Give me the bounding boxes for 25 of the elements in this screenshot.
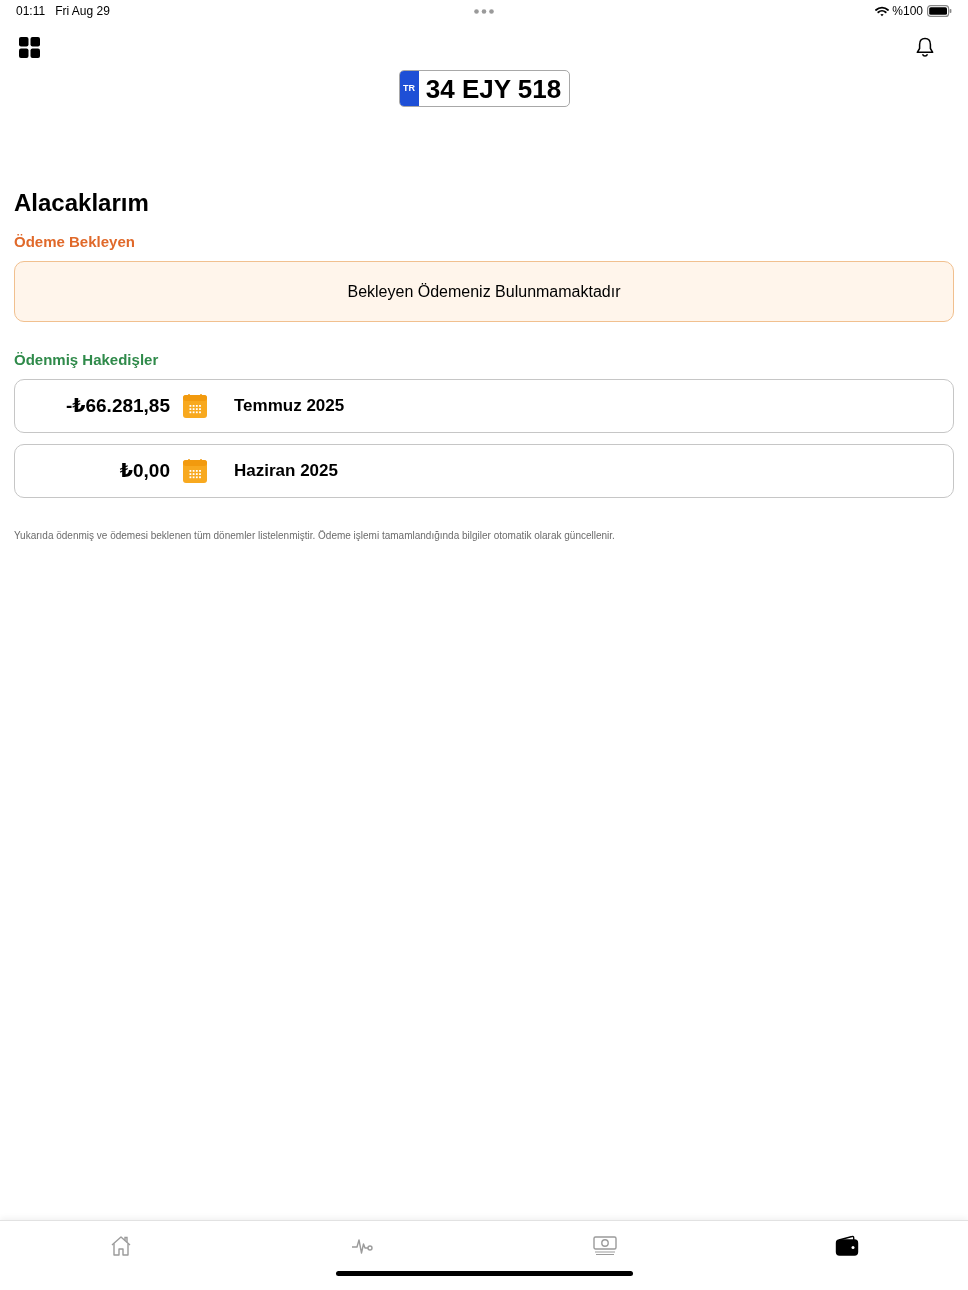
status-date: Fri Aug 29: [55, 3, 110, 20]
payment-period: Temmuz 2025: [234, 395, 345, 418]
bell-icon[interactable]: [916, 36, 934, 58]
empty-message: Bekleyen Ödemeniz Bulunmamaktadır: [347, 281, 621, 302]
section-heading: Ödeme Bekleyen: [14, 232, 136, 252]
plate-country-code: TR: [403, 81, 415, 95]
payment-row[interactable]: -₺66.281,85 Temmuz 2025: [14, 379, 954, 433]
battery-icon: [927, 5, 952, 17]
page-title: Alacaklarım: [14, 188, 150, 218]
payment-row[interactable]: ₺0,00 Haziran 2025: [14, 444, 954, 498]
section-heading: Ödenmiş Hakedişler: [14, 350, 160, 370]
payment-period: Haziran 2025: [234, 460, 338, 483]
status-time: 01:11: [16, 3, 46, 20]
payment-amount: ₺0,00: [118, 458, 170, 483]
plate-number: 34 EJY 518: [425, 75, 562, 102]
wallet-icon[interactable]: [834, 1234, 860, 1258]
wifi-icon: [875, 5, 890, 17]
payment-amount: -₺66.281,85: [64, 393, 170, 418]
grid-icon[interactable]: [19, 36, 40, 58]
calendar-icon: [183, 394, 207, 418]
banknote-icon[interactable]: [592, 1234, 618, 1258]
battery-percentage: %100: [892, 3, 923, 20]
calendar-icon: [183, 459, 207, 483]
dots-icon[interactable]: [474, 9, 494, 14]
footnote: Yukarıda ödenmiş ve ödemesi beklenen tüm dönemler listelenmiştir. Ödeme işlemi tamamlandığında bilgiler otomatik olarak güncellenir.: [14, 529, 616, 543]
